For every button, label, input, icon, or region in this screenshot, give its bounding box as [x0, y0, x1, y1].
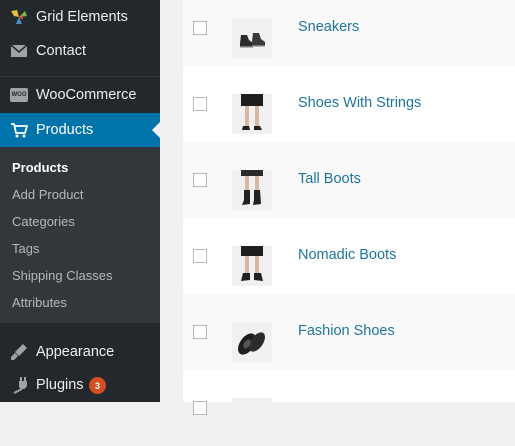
row-checkbox[interactable]	[193, 97, 207, 111]
menu-separator	[0, 76, 160, 77]
main-content: Sneakers Shoes With Strings Tall Boots N…	[160, 0, 515, 438]
submenu-attributes[interactable]: Attributes	[12, 295, 67, 310]
product-name-link[interactable]: Shoes With Strings	[298, 95, 421, 111]
submenu-categories[interactable]: Categories	[12, 214, 75, 229]
product-thumbnail[interactable]	[232, 322, 272, 362]
table-row	[183, 370, 515, 446]
menu-appearance[interactable]: Appearance	[0, 335, 160, 369]
menu-products[interactable]: Products	[0, 113, 160, 147]
product-name-link[interactable]: Sneakers	[298, 19, 359, 35]
product-name-link[interactable]: Fashion Shoes	[298, 323, 395, 339]
menu-products-label: Products	[36, 122, 94, 138]
submenu-tags[interactable]: Tags	[12, 241, 39, 256]
product-thumbnail[interactable]	[232, 18, 272, 58]
row-checkbox[interactable]	[193, 401, 207, 415]
row-checkbox[interactable]	[193, 325, 207, 339]
woocommerce-icon-text: WOO	[10, 88, 28, 102]
products-submenu: Products Add Product Categories Tags Shi…	[0, 147, 160, 323]
table-row: Sneakers	[183, 0, 515, 66]
submenu-add-product[interactable]: Add Product	[12, 187, 84, 202]
woocommerce-icon: WOO	[9, 85, 29, 105]
product-thumbnail[interactable]	[232, 398, 272, 438]
menu-plugins-label: Plugins	[36, 377, 84, 393]
row-checkbox[interactable]	[193, 21, 207, 35]
product-thumbnail[interactable]	[232, 94, 272, 134]
menu-grid-elements-label: Grid Elements	[36, 9, 128, 25]
menu-appearance-label: Appearance	[36, 344, 115, 360]
menu-woocommerce-label: WooCommerce	[36, 87, 137, 103]
menu-grid-elements[interactable]: Grid Elements	[0, 0, 160, 34]
table-row: Tall Boots	[183, 142, 515, 218]
current-menu-arrow	[152, 122, 160, 138]
table-row: Fashion Shoes	[183, 294, 515, 370]
submenu-products[interactable]: Products	[12, 160, 68, 175]
product-thumbnail[interactable]	[232, 246, 272, 286]
paintbrush-icon	[9, 342, 29, 362]
plug-icon	[9, 375, 29, 395]
table-row: Shoes With Strings	[183, 66, 515, 142]
menu-contact[interactable]: Contact	[0, 34, 160, 68]
plugins-update-badge: 3	[89, 377, 106, 394]
row-checkbox[interactable]	[193, 249, 207, 263]
products-table: Sneakers Shoes With Strings Tall Boots N…	[183, 0, 515, 438]
menu-woocommerce[interactable]: WOO WooCommerce	[0, 78, 160, 112]
cart-icon	[9, 120, 29, 140]
row-checkbox[interactable]	[193, 173, 207, 187]
table-row: Nomadic Boots	[183, 218, 515, 294]
admin-sidebar: Grid Elements Contact WOO WooCommerce Pr…	[0, 0, 160, 402]
product-name-link[interactable]: Tall Boots	[298, 171, 361, 187]
menu-plugins[interactable]: Plugins 3	[0, 368, 160, 402]
grid-elements-icon	[9, 7, 29, 27]
product-thumbnail[interactable]	[232, 170, 272, 210]
product-name-link[interactable]: Nomadic Boots	[298, 247, 396, 263]
menu-contact-label: Contact	[36, 43, 86, 59]
submenu-shipping-classes[interactable]: Shipping Classes	[12, 268, 112, 283]
envelope-icon	[9, 41, 29, 61]
